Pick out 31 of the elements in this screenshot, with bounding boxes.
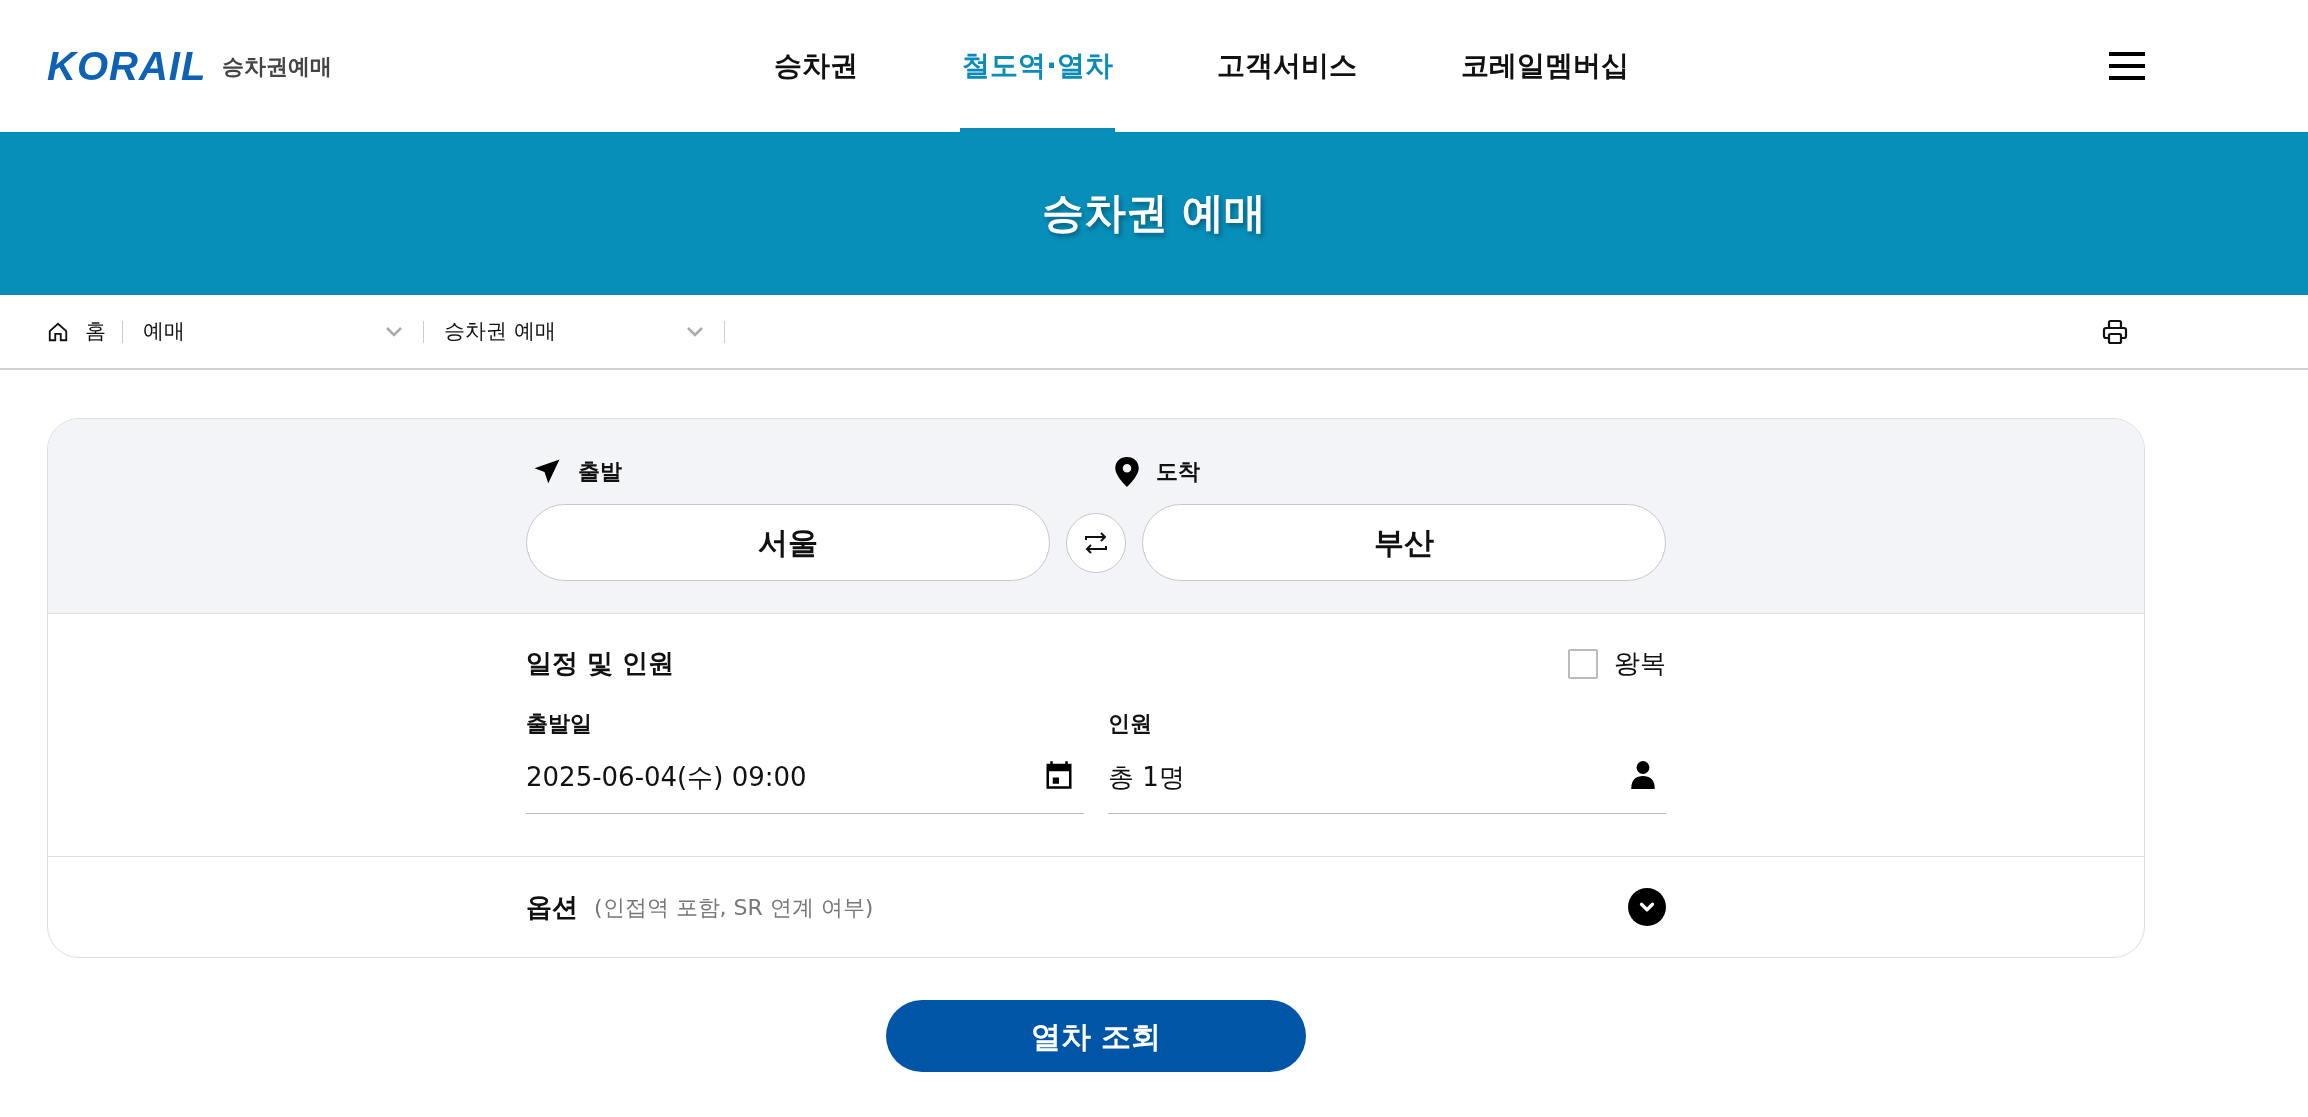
print-icon[interactable] [2101, 317, 2129, 346]
date-field[interactable]: 2025-06-04(수) 09:00 [526, 748, 1084, 814]
calendar-icon[interactable] [1044, 760, 1074, 790]
arrival-station-button[interactable]: 부산 [1142, 504, 1666, 581]
field-label: 도착 [1156, 458, 1200, 486]
section-title: 일정 및 인원 [526, 647, 675, 680]
home-icon [47, 320, 69, 343]
breadcrumb-dropdown[interactable]: 승차권 예매 [424, 315, 724, 348]
chevron-down-icon [686, 325, 704, 338]
home-link[interactable]: 홈 [47, 315, 122, 348]
page-title: 승차권 예매 [1041, 188, 1267, 239]
chevron-down-icon [385, 325, 403, 338]
person-icon[interactable] [1630, 760, 1656, 790]
field-label: 출발일 [526, 710, 593, 738]
swap-arrows-icon [1082, 529, 1110, 556]
korail-logo[interactable]: KORAIL 승차권예매 [47, 46, 333, 86]
expand-toggle-button[interactable] [1628, 888, 1666, 926]
search-trains-button[interactable]: 열차 조회 [886, 1000, 1306, 1072]
options-title: 옵션 [526, 890, 578, 924]
breadcrumb-dropdown[interactable]: 예매 [123, 315, 423, 348]
field-label: 출발 [578, 458, 622, 486]
nav-tab[interactable]: 승차권 [772, 0, 861, 132]
round-trip-checkbox[interactable] [1568, 648, 1598, 679]
menu-icon[interactable] [2109, 52, 2145, 80]
checkbox-label: 왕복 [1614, 647, 1666, 680]
map-pin-icon [1114, 455, 1140, 488]
field-label: 인원 [1108, 710, 1153, 738]
nav-tab[interactable]: 코레일멤버십 [1458, 0, 1631, 132]
nav-tab[interactable]: 고객서비스 [1214, 0, 1359, 132]
options-hint: (인접역 포함, SR 연계 여부) [594, 893, 874, 922]
departure-station-button[interactable]: 서울 [526, 504, 1050, 581]
